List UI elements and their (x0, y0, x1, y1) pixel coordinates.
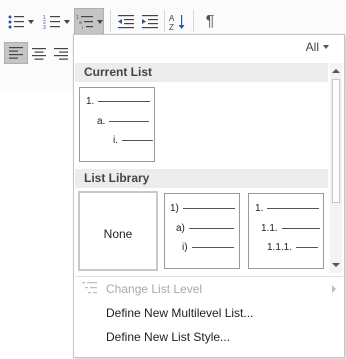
list-level-line (267, 208, 320, 209)
list-level-marker: a) (176, 223, 185, 234)
svg-text:A: A (169, 14, 175, 23)
numbering-icon: 1 2 3 (43, 15, 60, 30)
none-label: None (103, 227, 133, 241)
chevron-down-icon (323, 45, 329, 49)
current-list-tile[interactable]: 1. a. i. (79, 87, 155, 162)
pilcrow-icon: ¶ (205, 13, 215, 30)
list-level-line (182, 208, 235, 209)
menu-divider (75, 276, 343, 277)
filter-label: All (305, 40, 319, 54)
chevron-down-icon (96, 19, 103, 24)
toolbar-separator (193, 10, 194, 32)
list-library-tile[interactable]: 1. 1.1. 1.1.1. (248, 193, 324, 269)
bullets-button[interactable] (4, 10, 36, 34)
list-library-none-tile[interactable]: None (78, 191, 158, 271)
multilevel-list-button[interactable]: 1 a i (74, 8, 104, 35)
align-right-icon (54, 48, 68, 60)
sort-icon: A Z (169, 14, 185, 31)
change-list-level-menu-item[interactable]: Change List Level (106, 282, 202, 296)
list-level-line (281, 228, 320, 229)
list-library-tile[interactable]: 1) a) i) (164, 193, 240, 269)
submenu-arrow-icon (332, 285, 336, 293)
list-level-line (188, 228, 234, 229)
list-level-marker: i) (182, 242, 188, 253)
chevron-up-icon (332, 69, 340, 73)
list-level-line (191, 247, 234, 248)
bullets-icon (8, 15, 24, 29)
multilevel-list-icon: 1 a i (76, 15, 93, 30)
align-left-button[interactable] (4, 42, 28, 64)
decrease-indent-icon (118, 15, 134, 29)
gallery-scrollbar[interactable] (330, 63, 342, 273)
chevron-down-icon (63, 20, 70, 24)
align-left-icon (9, 47, 23, 59)
list-level-marker: 1.1.1. (267, 242, 293, 253)
list-level-row: a. (97, 116, 150, 127)
change-list-level-icon (82, 282, 97, 294)
svg-text:Z: Z (169, 23, 174, 31)
list-library-header: List Library (75, 169, 328, 188)
list-level-line (109, 121, 150, 122)
sort-button[interactable]: A Z (166, 10, 190, 34)
increase-indent-icon (142, 15, 158, 29)
chevron-down-icon (27, 20, 34, 24)
list-level-row: 1.1. (261, 223, 320, 234)
list-level-row: 1.1.1. (267, 242, 319, 253)
list-level-marker: a. (97, 116, 106, 127)
current-list-header: Current List (75, 63, 328, 82)
list-level-row: 1. (86, 96, 151, 107)
list-level-line (296, 247, 319, 248)
decrease-indent-button[interactable] (114, 10, 138, 34)
list-level-marker: i. (113, 135, 118, 146)
list-level-row: i) (182, 242, 234, 253)
chevron-down-icon (332, 263, 340, 267)
list-level-marker: 1. (86, 96, 95, 107)
align-right-button[interactable] (50, 42, 72, 66)
toolbar-separator (164, 10, 165, 32)
scroll-down-button[interactable] (330, 259, 342, 271)
svg-text:3: 3 (43, 25, 46, 30)
list-level-row: 1) (170, 203, 235, 214)
list-level-marker: 1) (170, 203, 179, 214)
define-new-list-style-menu-item[interactable]: Define New List Style... (106, 330, 230, 344)
multilevel-list-dropdown: All Current List 1. a. i. List Library N… (73, 34, 345, 358)
svg-text:i: i (82, 25, 83, 30)
list-level-row: i. (113, 135, 153, 146)
filter-dropdown[interactable]: All (306, 40, 329, 54)
list-level-marker: 1.1. (261, 223, 278, 234)
list-level-line (98, 101, 151, 102)
list-level-line (122, 140, 153, 141)
scroll-up-button[interactable] (330, 65, 342, 77)
list-level-row: 1. (255, 203, 320, 214)
scrollbar-thumb[interactable] (332, 79, 340, 203)
list-level-marker: 1. (255, 203, 264, 214)
toolbar-separator (110, 10, 111, 32)
show-formatting-marks-button[interactable]: ¶ (198, 10, 222, 34)
numbering-button[interactable]: 1 2 3 (40, 10, 72, 34)
center-icon (32, 48, 46, 60)
center-button[interactable] (28, 42, 50, 66)
list-level-row: a) (176, 223, 234, 234)
increase-indent-button[interactable] (138, 10, 162, 34)
define-new-multilevel-list-menu-item[interactable]: Define New Multilevel List... (106, 306, 253, 320)
